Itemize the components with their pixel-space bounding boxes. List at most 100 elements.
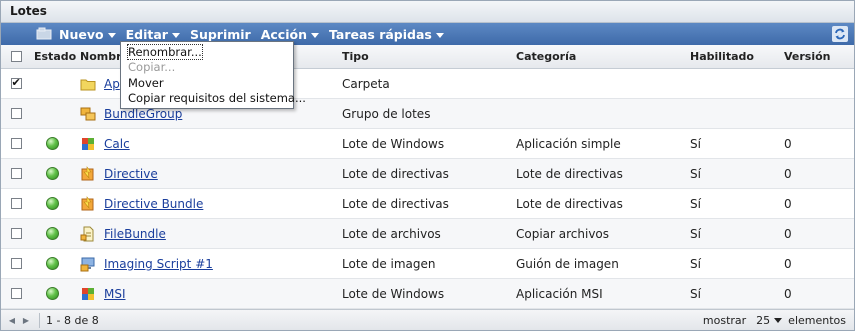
col-header-estado[interactable]: Estado — [34, 45, 78, 68]
name-cell: Directive Bundle — [80, 189, 340, 218]
prev-page-icon[interactable]: ◀ — [5, 313, 19, 327]
windows-bundle-icon — [82, 287, 94, 300]
pager-divider — [39, 312, 40, 328]
category-cell: Lote de directivas — [516, 196, 623, 211]
type-cell: Lote de imagen — [342, 256, 436, 271]
row-checkbox[interactable] — [10, 198, 22, 209]
col-header-categoria[interactable]: Categoría — [516, 45, 688, 68]
type-cell: Lote de Windows — [342, 136, 445, 151]
row-checkbox[interactable] — [10, 108, 22, 119]
menu-suprimir[interactable]: Suprimir — [190, 27, 251, 42]
menu-item-renombrar-label: Renombrar... — [127, 43, 203, 60]
chevron-down-icon — [310, 32, 319, 38]
enabled-cell: Sí — [690, 196, 701, 211]
imaging-bundle-icon — [80, 257, 95, 271]
version-cell: 0 — [784, 166, 792, 181]
type-cell: Lote de directivas — [342, 196, 449, 211]
bundle-group-icon — [80, 107, 96, 120]
panel-title: Lotes — [1, 1, 854, 23]
table-row[interactable]: MSI Lote de Windows Aplicación MSI Sí 0 — [1, 279, 854, 309]
category-cell: Lote de directivas — [516, 166, 623, 181]
table-row[interactable]: Directive Lote de directivas Lote de dir… — [1, 159, 854, 189]
chevron-down-icon — [107, 32, 116, 38]
bundles-toolbar-icon — [36, 27, 52, 40]
menu-item-copiar-label: Copiar... — [128, 60, 176, 75]
menu-item-copiar-requisitos[interactable]: Copiar requisitos del sistema... — [121, 91, 306, 107]
enabled-cell — [690, 69, 782, 98]
type-cell: Grupo de lotes — [342, 106, 431, 121]
status-ok-icon — [46, 287, 59, 300]
row-checkbox[interactable] — [10, 228, 22, 239]
menu-item-copiar-requisitos-label: Copiar requisitos del sistema... — [128, 91, 306, 106]
col-header-habilitado[interactable]: Habilitado — [690, 45, 782, 68]
menu-editar[interactable]: Editar — [126, 27, 180, 42]
name-cell: Calc — [80, 129, 340, 158]
table-row[interactable]: Calc Lote de Windows Aplicación simple S… — [1, 129, 854, 159]
bundle-name-link[interactable]: Directive Bundle — [104, 197, 203, 211]
menu-editar-label: Editar — [125, 26, 168, 42]
category-cell: Aplicación simple — [516, 136, 621, 151]
category-cell: Guión de imagen — [516, 256, 619, 271]
page-size-control: mostrar 25 elementos — [703, 314, 846, 327]
status-cell — [34, 129, 78, 158]
category-cell: Copiar archivos — [516, 226, 610, 241]
version-cell — [784, 99, 854, 128]
windows-bundle-icon — [82, 137, 94, 150]
type-cell: Lote de directivas — [342, 166, 449, 181]
menu-item-mover[interactable]: Mover — [121, 75, 293, 91]
table-row[interactable]: Directive Bundle Lote de directivas Lote… — [1, 189, 854, 219]
select-all-cell — [1, 45, 31, 68]
page-size-label: mostrar — [702, 313, 747, 327]
next-page-icon[interactable]: ▶ — [19, 313, 33, 327]
file-bundle-icon — [80, 226, 94, 241]
row-checkbox[interactable] — [10, 258, 22, 269]
table-row[interactable]: FileBundle Lote de archivos Copiar archi… — [1, 219, 854, 249]
version-cell: 0 — [784, 226, 792, 241]
version-cell — [784, 69, 854, 98]
bundle-name-link[interactable]: Ap — [104, 77, 120, 91]
status-cell — [34, 69, 78, 98]
refresh-icon[interactable] — [832, 26, 848, 42]
page-size-suffix: elementos — [788, 313, 846, 327]
table-row[interactable]: Imaging Script #1 Lote de imagen Guión d… — [1, 249, 854, 279]
menu-tareas-rapidas[interactable]: Tareas rápidas — [329, 27, 444, 42]
chevron-down-icon — [171, 32, 180, 38]
menu-item-renombrar[interactable]: Renombrar... — [121, 43, 293, 60]
bundle-name-link[interactable]: Calc — [104, 137, 130, 151]
col-header-tipo[interactable]: Tipo — [342, 45, 514, 68]
category-cell — [516, 69, 688, 98]
row-checkbox[interactable] — [10, 138, 22, 149]
enabled-cell: Sí — [690, 256, 701, 271]
bundle-name-link[interactable]: FileBundle — [104, 227, 166, 241]
directive-bundle-icon — [81, 195, 94, 210]
status-ok-icon — [46, 227, 59, 240]
bundle-name-link[interactable]: Directive — [104, 167, 158, 181]
status-ok-icon — [46, 257, 59, 270]
row-checkbox[interactable] — [10, 76, 22, 89]
status-ok-icon — [46, 167, 59, 180]
page-size-select[interactable]: 25 — [756, 314, 770, 327]
version-cell: 0 — [784, 196, 792, 211]
select-all-checkbox[interactable] — [10, 51, 22, 62]
enabled-cell: Sí — [690, 136, 701, 151]
enabled-cell: Sí — [690, 166, 701, 181]
status-ok-icon — [46, 137, 59, 150]
menu-nuevo[interactable]: Nuevo — [59, 27, 116, 42]
enabled-cell — [690, 99, 782, 128]
row-checkbox[interactable] — [10, 288, 22, 299]
row-checkbox[interactable] — [10, 168, 22, 179]
col-header-version[interactable]: Versión — [784, 45, 854, 68]
menu-nuevo-label: Nuevo — [59, 26, 104, 42]
menu-suprimir-label: Suprimir — [189, 26, 251, 42]
name-cell: MSI — [80, 279, 340, 308]
status-cell — [34, 99, 78, 128]
bundle-name-link[interactable]: MSI — [104, 287, 126, 301]
chevron-down-icon[interactable] — [774, 317, 783, 323]
menu-tareas-rapidas-label: Tareas rápidas — [328, 26, 432, 42]
pager-bar: ◀ ▶ 1 - 8 de 8 mostrar 25 elementos — [1, 309, 854, 330]
menu-accion[interactable]: Acción — [261, 27, 319, 42]
type-cell: Lote de Windows — [342, 286, 445, 301]
bundle-name-link[interactable]: Imaging Script #1 — [104, 257, 213, 271]
version-cell: 0 — [784, 256, 792, 271]
menu-item-mover-label: Mover — [128, 75, 164, 90]
